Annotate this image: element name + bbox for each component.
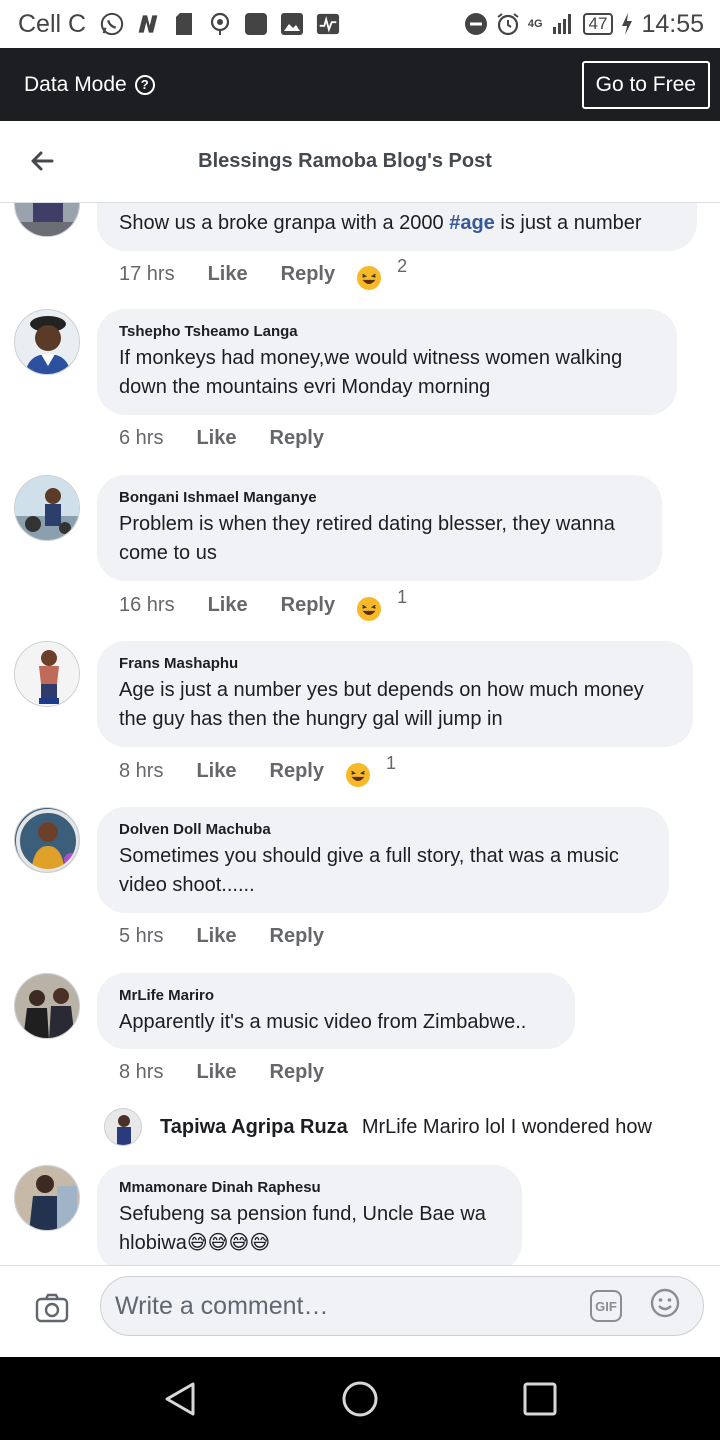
reply-author[interactable]: Tapiwa Agripa Ruza <box>160 1116 348 1139</box>
like-button[interactable]: Like <box>196 427 236 450</box>
comment-text: Sometimes you should give a full story, … <box>119 845 619 896</box>
comments-list: Show us a broke granpa with a 2000 #age … <box>0 203 720 1265</box>
like-button[interactable]: Like <box>208 263 248 286</box>
avatar[interactable] <box>14 641 80 707</box>
comment-text: Age is just a number yes but depends on … <box>119 679 644 730</box>
commenter-name[interactable]: Frans Mashaphu <box>119 655 671 672</box>
reply-snippet: MrLife Mariro lol I wondered how <box>361 1115 652 1138</box>
comment-bubble[interactable]: Show us a broke granpa with a 2000 #age … <box>97 203 697 251</box>
avatar[interactable] <box>14 1165 80 1231</box>
reaction-count: 1 <box>385 753 396 773</box>
commenter-name[interactable]: Dolven Doll Machuba <box>119 821 647 838</box>
square-app-icon <box>244 12 268 36</box>
comment-text: Problem is when they retired dating bles… <box>119 513 615 564</box>
reply-button[interactable]: Reply <box>281 263 335 286</box>
recents-nav-icon[interactable] <box>520 1379 560 1419</box>
dnd-icon <box>464 12 488 36</box>
like-button[interactable]: Like <box>208 594 248 617</box>
comment-time[interactable]: 8 hrs <box>119 1061 163 1084</box>
reaction-count: 2 <box>397 256 408 276</box>
avatar[interactable] <box>14 475 80 541</box>
data-mode-bar: Data Mode ? Go to Free <box>0 48 720 121</box>
help-icon[interactable]: ? <box>134 74 155 95</box>
comment-actions: 17 hrs Like Reply 2 <box>119 256 407 290</box>
reactions[interactable]: 2 <box>357 256 407 290</box>
comment-time[interactable]: 5 hrs <box>119 925 163 948</box>
commenter-name[interactable]: Mmamonare Dinah Raphesu <box>119 1179 500 1196</box>
reactions[interactable]: 1 <box>345 753 396 787</box>
reply-button[interactable]: Reply <box>270 1061 324 1084</box>
comment-text: If monkeys had money,we would witness wo… <box>119 347 623 398</box>
image-icon <box>280 12 304 36</box>
comment-bubble[interactable]: Tshepho Tsheamo Langa If monkeys had mon… <box>97 309 677 415</box>
sd-card-icon <box>172 12 196 36</box>
signal-icon <box>551 12 575 36</box>
comment-bubble[interactable]: Mmamonare Dinah Raphesu Sefubeng sa pens… <box>97 1165 522 1265</box>
go-to-free-button[interactable]: Go to Free <box>581 60 710 109</box>
reply-button[interactable]: Reply <box>270 427 324 450</box>
comment-bubble[interactable]: Dolven Doll Machuba Sometimes you should… <box>97 807 669 913</box>
battery-level: 47 <box>582 13 614 35</box>
system-nav-bar <box>0 1357 720 1440</box>
avatar[interactable] <box>14 973 80 1039</box>
comment-text: Sefubeng sa pension fund, Uncle Bae wa h… <box>119 1203 486 1254</box>
comment-time[interactable]: 16 hrs <box>119 594 175 617</box>
data-mode-toggle[interactable]: Data Mode ? <box>24 73 155 97</box>
hashtag-link[interactable]: #age <box>449 212 495 234</box>
commenter-name[interactable]: MrLife Mariro <box>119 987 553 1004</box>
avatar[interactable] <box>104 1108 142 1146</box>
cast-icon <box>208 12 232 36</box>
data-mode-label: Data Mode <box>24 72 127 96</box>
page-title: Blessings Ramoba Blog's Post <box>198 150 492 172</box>
reply-button[interactable]: Reply <box>281 594 335 617</box>
comment-actions: 6 hrs Like Reply <box>119 427 324 450</box>
activity-icon <box>316 12 340 36</box>
comment-bubble[interactable]: Frans Mashaphu Age is just a number yes … <box>97 641 693 747</box>
gif-icon[interactable]: GIF <box>590 1290 622 1322</box>
comment-actions: 8 hrs Like Reply <box>119 1061 324 1084</box>
post-header: Blessings Ramoba Blog's Post <box>0 121 720 203</box>
commenter-name[interactable]: Bongani Ishmael Manganye <box>119 489 640 506</box>
network-label: 4G <box>527 18 543 30</box>
comment-time[interactable]: 6 hrs <box>119 427 163 450</box>
comment-time[interactable]: 8 hrs <box>119 760 163 783</box>
reaction-count: 1 <box>397 587 408 607</box>
comment-composer: Write a comment… GIF <box>0 1265 720 1357</box>
commenter-name[interactable]: Tshepho Tsheamo Langa <box>119 323 655 340</box>
comment-time[interactable]: 17 hrs <box>119 263 175 286</box>
carrier-label: Cell C <box>18 9 87 38</box>
comment-text: Apparently it's a music video from Zimba… <box>119 1011 527 1033</box>
like-button[interactable]: Like <box>196 760 236 783</box>
haha-reaction-icon <box>357 266 382 290</box>
haha-reaction-icon <box>345 763 370 787</box>
haha-reaction-icon <box>357 597 382 621</box>
avatar[interactable] <box>14 807 80 873</box>
avatar[interactable] <box>14 203 80 237</box>
like-button[interactable]: Like <box>196 925 236 948</box>
comment-actions: 16 hrs Like Reply 1 <box>119 587 407 621</box>
comment-bubble[interactable]: Bongani Ishmael Manganye Problem is when… <box>97 475 662 581</box>
comment-bubble[interactable]: MrLife Mariro Apparently it's a music vi… <box>97 973 575 1049</box>
home-nav-icon[interactable] <box>340 1379 380 1419</box>
comment-actions: 5 hrs Like Reply <box>119 925 324 948</box>
alarm-icon <box>496 12 520 36</box>
comment-text: Show us a broke granpa with a 2000 #age … <box>119 212 642 234</box>
back-nav-icon[interactable] <box>160 1379 200 1419</box>
reply-preview[interactable]: Tapiwa Agripa Ruza MrLife Mariro lol I w… <box>104 1107 684 1147</box>
comment-actions: 8 hrs Like Reply 1 <box>119 753 396 787</box>
whatsapp-icon <box>100 12 124 36</box>
reply-button[interactable]: Reply <box>270 925 324 948</box>
status-bar: Cell C 4G 47 14:55 <box>0 0 720 48</box>
camera-icon[interactable] <box>34 1290 70 1326</box>
clock: 14:55 <box>641 9 704 38</box>
charging-icon <box>621 12 633 36</box>
like-button[interactable]: Like <box>196 1061 236 1084</box>
emoji-icon[interactable] <box>650 1288 680 1318</box>
reply-button[interactable]: Reply <box>270 760 324 783</box>
n-icon <box>136 12 160 36</box>
avatar[interactable] <box>14 309 80 375</box>
reactions[interactable]: 1 <box>357 587 407 621</box>
